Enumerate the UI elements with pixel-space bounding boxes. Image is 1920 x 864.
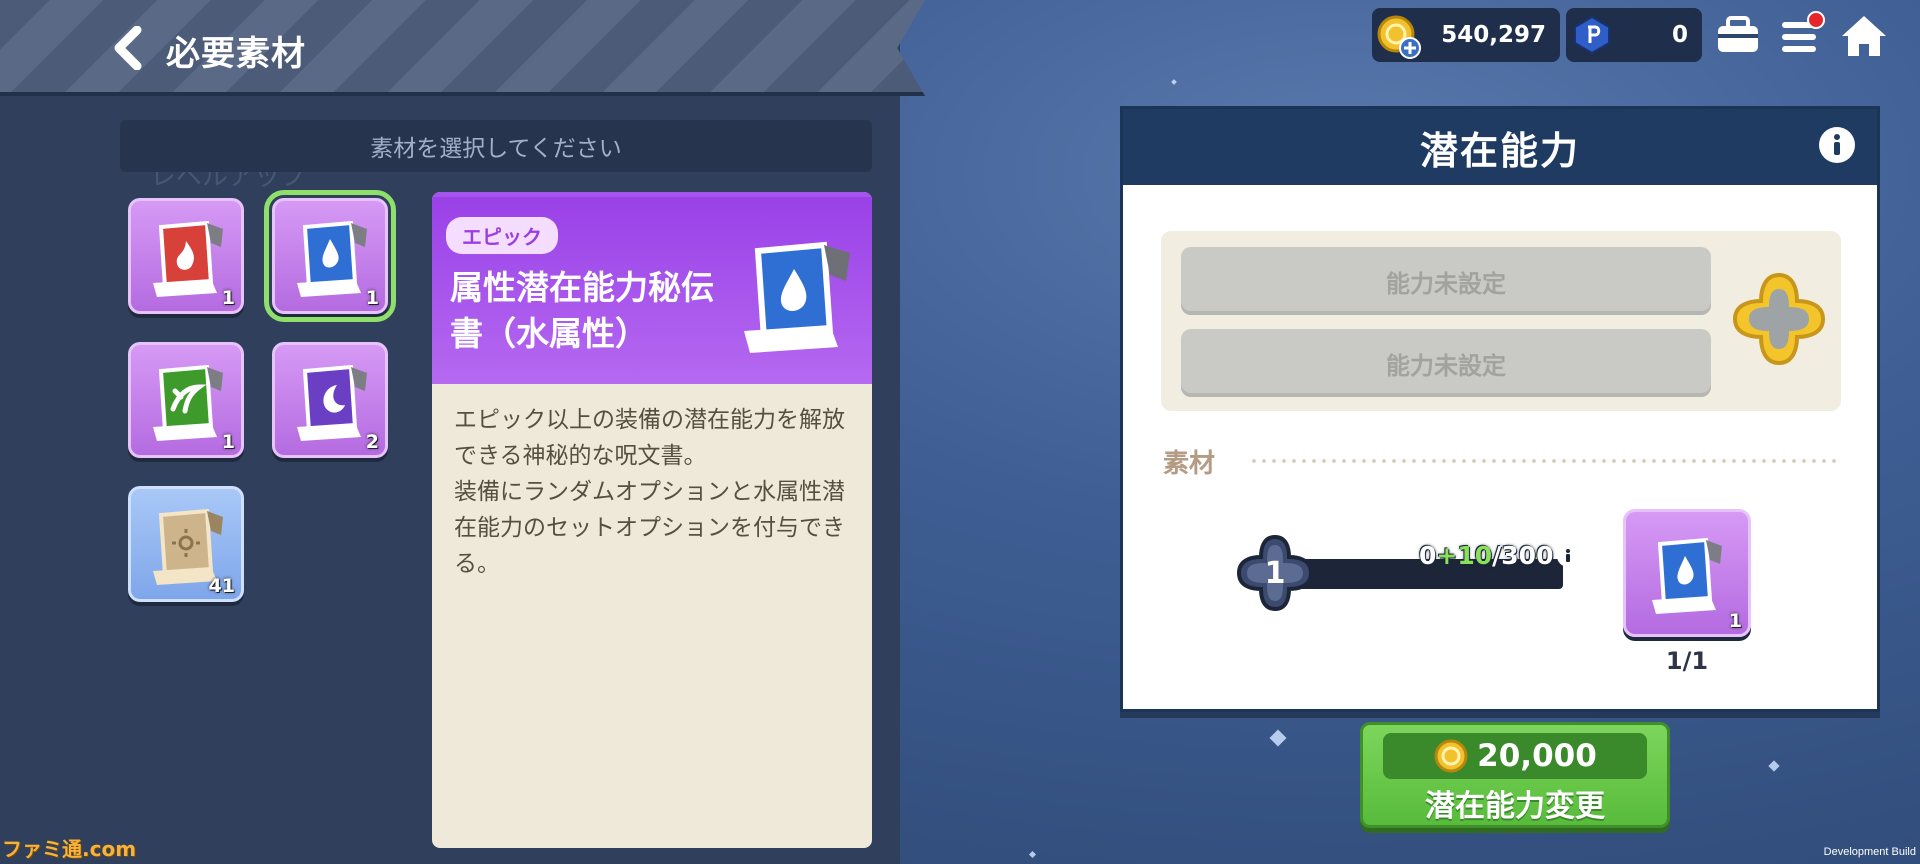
item-detail-card: エピック 属性潜在能力秘伝書（水属性） エピック以上の装備の潜在能力を解放できる… xyxy=(432,192,872,848)
info-icon xyxy=(1834,134,1840,155)
item-slot-fire-scroll[interactable]: 1 xyxy=(128,198,244,314)
exp-text: 0+10/300 xyxy=(1419,541,1553,570)
item-name: 属性潜在能力秘伝書（水属性） xyxy=(450,268,714,353)
item-description: エピック以上の装備の潜在能力を解放できる神秘的な呪文書。 装備にランダムオプショ… xyxy=(454,407,845,577)
item-count: 1 xyxy=(221,287,235,309)
material-label: 素材 xyxy=(1163,449,1216,479)
material-count: 1 xyxy=(1728,610,1742,632)
exp-gain: +10 xyxy=(1436,541,1493,570)
gold-amount: 540,297 xyxy=(1441,22,1546,48)
notification-dot xyxy=(1807,11,1825,29)
item-count: 1 xyxy=(365,287,379,309)
item-slot-plain-scroll[interactable]: 41 xyxy=(128,486,244,602)
item-detail-header: エピック 属性潜在能力秘伝書（水属性） xyxy=(432,192,872,384)
ability-slot-1: 能力未設定 xyxy=(1181,247,1711,315)
cost-value: 20,000 xyxy=(1477,738,1597,774)
chevron-left-icon xyxy=(114,26,142,70)
gold-currency: 540,297 xyxy=(1372,8,1560,62)
sparkle xyxy=(1171,79,1177,85)
sparkle xyxy=(1028,850,1037,859)
item-count: 2 xyxy=(365,431,379,453)
gold-coin-add-icon[interactable] xyxy=(1376,14,1422,60)
item-count: 41 xyxy=(208,575,235,597)
item-count: 1 xyxy=(221,431,235,453)
watermark: ファミ通.com xyxy=(2,837,137,861)
item-slot-dark-scroll[interactable]: 2 xyxy=(272,342,388,458)
page-title: 必要素材 xyxy=(166,34,306,74)
dotted-divider xyxy=(1249,459,1839,463)
point-gem-icon xyxy=(1574,15,1610,55)
cost-pill: 20,000 xyxy=(1383,733,1647,779)
change-potential-button[interactable]: 20,000 潜在能力変更 xyxy=(1360,722,1670,828)
item-slot-wind-scroll[interactable]: 1 xyxy=(128,342,244,458)
item-slot-water-scroll[interactable]: 1 xyxy=(264,190,396,322)
inventory-icon[interactable] xyxy=(1712,10,1764,62)
gold-coin-icon xyxy=(1434,739,1468,773)
ability-slots: 能力未設定 能力未設定 xyxy=(1161,231,1841,411)
info-button[interactable] xyxy=(1819,127,1855,163)
selected-material-slot[interactable]: 1 xyxy=(1623,509,1751,637)
back-button[interactable] xyxy=(108,24,148,72)
panel-title: 潜在能力 xyxy=(1419,128,1580,173)
sparkle xyxy=(1768,760,1780,772)
rarity-badge: エピック xyxy=(446,217,558,254)
potential-panel: 潜在能力 能力未設定 能力未設定 素材 1 0+10/300 1 1/1 xyxy=(1120,106,1880,712)
water-scroll-icon xyxy=(744,241,850,353)
water-scroll-icon xyxy=(1652,537,1722,614)
level-value: 1 xyxy=(1264,555,1286,591)
change-button-label: 潜在能力変更 xyxy=(1425,789,1605,824)
potential-panel-header: 潜在能力 xyxy=(1123,109,1877,185)
info-icon xyxy=(1566,549,1570,562)
menu-icon[interactable] xyxy=(1776,10,1828,62)
point-currency: 0 xyxy=(1566,8,1702,62)
material-ratio: 1/1 xyxy=(1665,647,1709,675)
clover-frame-icon xyxy=(1732,272,1826,366)
exp-max: /300 xyxy=(1492,541,1554,570)
build-label: Development Build xyxy=(1823,846,1916,858)
exp-current: 0 xyxy=(1419,541,1437,570)
point-amount: 0 xyxy=(1671,22,1688,48)
sparkle xyxy=(1269,729,1287,747)
exp-info-button[interactable] xyxy=(1557,545,1579,567)
ability-slot-2: 能力未設定 xyxy=(1181,329,1711,397)
home-icon[interactable] xyxy=(1838,10,1890,62)
select-prompt: 素材を選択してください xyxy=(120,120,872,172)
